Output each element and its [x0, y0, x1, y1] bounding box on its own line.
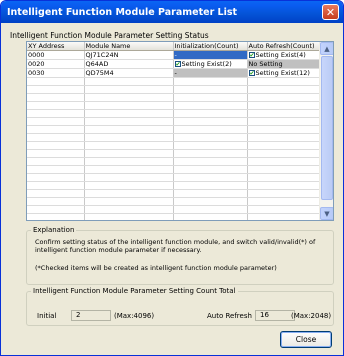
- cell-refresh-text: Setting Exist(4): [255, 51, 306, 59]
- refresh-checkbox[interactable]: ✔: [248, 52, 255, 59]
- initial-max: (Max:4096): [114, 312, 155, 320]
- auto-refresh-value: 16: [255, 310, 295, 321]
- auto-refresh-label: Auto Refresh: [207, 312, 252, 320]
- cell-xy: 0000: [27, 50, 85, 60]
- table-row[interactable]: 0030 QD75M4 - ✔Setting Exist(12): [27, 68, 320, 78]
- window-title: Intelligent Function Module Parameter Li…: [7, 6, 238, 18]
- cell-refresh[interactable]: ✔Setting Exist(12): [247, 68, 320, 78]
- empty-row: [27, 213, 320, 220]
- empty-row: [27, 189, 320, 198]
- empty-row: [27, 125, 320, 134]
- explanation-group: Explanation Confirm setting status of th…: [26, 226, 334, 285]
- cell-xy: 0020: [27, 59, 85, 69]
- title-close-button[interactable]: ✕: [322, 4, 339, 20]
- chevron-down-icon: ▼: [324, 209, 330, 218]
- empty-row: [27, 85, 320, 94]
- header-xy-address[interactable]: XY Address: [27, 42, 85, 51]
- vertical-scrollbar[interactable]: ▲ ▼: [319, 42, 333, 220]
- empty-row: [27, 149, 320, 158]
- cell-module: Q64AD: [84, 59, 174, 69]
- table-header-row: XY Address Module Name Initialization(Co…: [27, 42, 320, 51]
- table-row[interactable]: 0020 Q64AD ✔Setting Exist(2) No Setting: [27, 59, 320, 69]
- close-button[interactable]: Close: [280, 331, 332, 348]
- checkmark-icon: ✔: [249, 70, 255, 77]
- empty-row: [27, 109, 320, 118]
- empty-row: [27, 173, 320, 182]
- empty-row: [27, 77, 320, 86]
- auto-refresh-max: (Max:2048): [291, 312, 332, 320]
- header-auto-refresh[interactable]: Auto Refresh(Count): [247, 42, 320, 51]
- cell-refresh[interactable]: No Setting: [247, 59, 320, 69]
- cell-init[interactable]: -: [173, 68, 248, 78]
- scroll-thumb[interactable]: [321, 56, 333, 200]
- cell-module: QJ71C24N: [84, 50, 174, 60]
- close-icon: ✕: [325, 5, 336, 19]
- cell-init[interactable]: -: [173, 50, 248, 60]
- cell-refresh-text: No Setting: [248, 60, 283, 68]
- empty-row: [27, 205, 320, 214]
- cell-init-text: -: [174, 51, 177, 59]
- explanation-legend: Explanation: [31, 226, 77, 235]
- init-checkbox[interactable]: ✔: [174, 61, 181, 68]
- cell-init[interactable]: ✔Setting Exist(2): [173, 59, 248, 69]
- chevron-up-icon: ▲: [324, 44, 330, 53]
- empty-row: [27, 133, 320, 142]
- empty-row: [27, 93, 320, 102]
- dialog-window: Intelligent Function Module Parameter Li…: [0, 0, 344, 356]
- cell-init-text: -: [174, 69, 177, 77]
- explanation-line-2: intelligent function module parameter if…: [35, 246, 202, 254]
- header-initialization[interactable]: Initialization(Count): [173, 42, 248, 51]
- empty-row: [27, 157, 320, 166]
- parameter-table: XY Address Module Name Initialization(Co…: [27, 42, 320, 220]
- empty-row: [27, 101, 320, 110]
- initial-label: Initial: [37, 312, 57, 320]
- parameter-grid: XY Address Module Name Initialization(Co…: [26, 41, 334, 221]
- status-section-label: Intelligent Function Module Parameter Se…: [10, 31, 209, 40]
- title-bar: Intelligent Function Module Parameter Li…: [1, 1, 343, 23]
- empty-row: [27, 197, 320, 206]
- cell-refresh-text: Setting Exist(12): [255, 69, 310, 77]
- header-module-name[interactable]: Module Name: [84, 42, 174, 51]
- scroll-up-button[interactable]: ▲: [320, 42, 333, 55]
- refresh-checkbox[interactable]: ✔: [248, 70, 255, 77]
- table-row[interactable]: 0000 QJ71C24N - ✔Setting Exist(4): [27, 50, 320, 60]
- count-total-group: Intelligent Function Module Parameter Se…: [26, 287, 334, 326]
- checkmark-icon: ✔: [175, 61, 181, 68]
- empty-row: [27, 117, 320, 126]
- scroll-down-button[interactable]: ▼: [320, 207, 333, 220]
- close-button-label: Close: [295, 335, 317, 344]
- empty-row: [27, 165, 320, 174]
- empty-row: [27, 141, 320, 150]
- cell-refresh[interactable]: ✔Setting Exist(4): [247, 50, 320, 60]
- cell-init-text: Setting Exist(2): [181, 60, 232, 68]
- checkmark-icon: ✔: [249, 52, 255, 59]
- cell-module: QD75M4: [84, 68, 174, 78]
- explanation-line-3: (*Checked items will be created as intel…: [35, 264, 277, 272]
- cell-xy: 0030: [27, 68, 85, 78]
- count-total-legend: Intelligent Function Module Parameter Se…: [31, 287, 238, 296]
- initial-value: 2: [71, 310, 111, 321]
- empty-row: [27, 181, 320, 190]
